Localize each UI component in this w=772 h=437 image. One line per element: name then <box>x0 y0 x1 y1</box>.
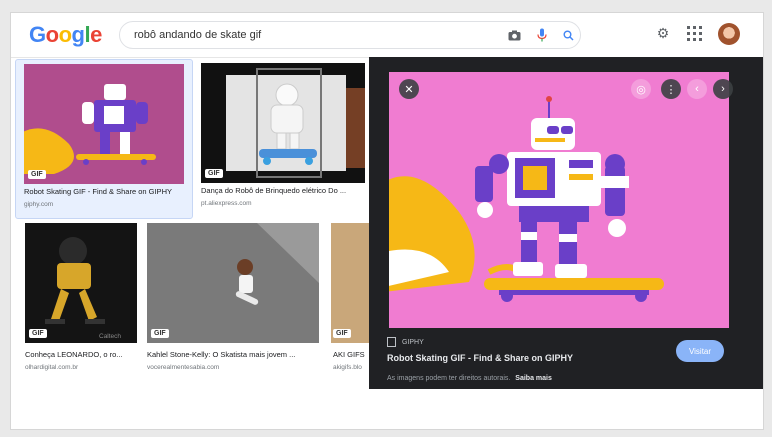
visit-button[interactable]: Visitar <box>676 340 724 362</box>
user-avatar[interactable] <box>718 23 740 45</box>
search-header: Google ⚙ <box>11 13 763 58</box>
result-card-1[interactable]: GIF Robot Skating GIF - Find & Share on … <box>15 59 193 219</box>
search-input[interactable] <box>132 25 496 45</box>
file-icon <box>387 337 396 347</box>
google-logo[interactable]: Google <box>29 22 102 48</box>
gif-badge: GIF <box>333 329 351 338</box>
panel-title[interactable]: Robot Skating GIF - Find & Share on GIPH… <box>387 353 573 363</box>
camera-icon[interactable] <box>506 27 522 43</box>
image-watermark: Caltech <box>99 333 122 340</box>
result-thumbnail-4[interactable]: GIF <box>147 223 319 343</box>
gif-badge: GIF <box>151 329 169 338</box>
browser-frame: Google ⚙ <box>10 12 764 430</box>
previous-icon[interactable]: ‹ <box>687 79 707 99</box>
result-card-3[interactable]: Caltech GIF Conheça LEONARDO, o ro... ol… <box>19 223 137 379</box>
search-box <box>119 21 581 49</box>
result-thumbnail-3[interactable]: Caltech GIF <box>25 223 137 343</box>
result-card-2[interactable]: GIF Dança do Robô de Brinquedo elétrico … <box>199 59 367 217</box>
next-icon[interactable]: › <box>713 79 733 99</box>
gif-badge: GIF <box>29 329 47 338</box>
close-icon[interactable]: ✕ <box>399 79 419 99</box>
learn-more-link[interactable]: Saiba mais <box>515 375 552 382</box>
image-preview-panel: ✕ ◎ ⋮ ‹ › GIPHY Robot Skating GIF - Find… <box>369 57 763 389</box>
gear-icon[interactable]: ⚙ <box>654 25 672 43</box>
result-thumbnail-5[interactable]: GIF <box>331 223 369 343</box>
more-options-icon[interactable]: ⋮ <box>661 79 681 99</box>
panel-source[interactable]: GIPHY <box>402 339 424 346</box>
result-title[interactable]: Kahlel Stone-Kelly: O Skatista mais jove… <box>147 350 319 359</box>
lens-icon[interactable]: ◎ <box>631 79 651 99</box>
result-thumbnail-1[interactable]: GIF <box>24 64 184 184</box>
result-card-4[interactable]: GIF Kahlel Stone-Kelly: O Skatista mais … <box>145 223 323 379</box>
result-source: vocerealmentesabia.com <box>147 364 220 371</box>
preview-image[interactable] <box>389 72 729 328</box>
result-title[interactable]: AKI GIFS <box>333 350 369 359</box>
result-title[interactable]: Dança do Robô de Brinquedo elétrico Do .… <box>201 186 365 195</box>
result-source: pt.aliexpress.com <box>201 200 252 207</box>
result-source: akigifs.blo <box>333 364 362 371</box>
result-title[interactable]: Conheça LEONARDO, o ro... <box>25 350 137 359</box>
microphone-icon[interactable] <box>534 27 550 43</box>
gif-badge: GIF <box>205 169 223 178</box>
search-icon[interactable] <box>560 27 576 43</box>
result-thumbnail-2[interactable]: GIF <box>201 63 365 183</box>
result-source: olhardigital.com.br <box>25 364 79 371</box>
panel-source-row: GIPHY <box>387 337 424 347</box>
result-card-5[interactable]: GIF AKI GIFS akigifs.blo <box>329 223 369 379</box>
apps-grid-icon[interactable] <box>687 26 703 42</box>
result-source: giphy.com <box>24 201 54 208</box>
copyright-notice: As imagens podem ter direitos autorais. … <box>387 375 552 382</box>
copyright-text: As imagens podem ter direitos autorais. <box>387 375 511 382</box>
gif-badge: GIF <box>28 170 46 179</box>
result-title[interactable]: Robot Skating GIF - Find & Share on GIPH… <box>24 187 188 196</box>
